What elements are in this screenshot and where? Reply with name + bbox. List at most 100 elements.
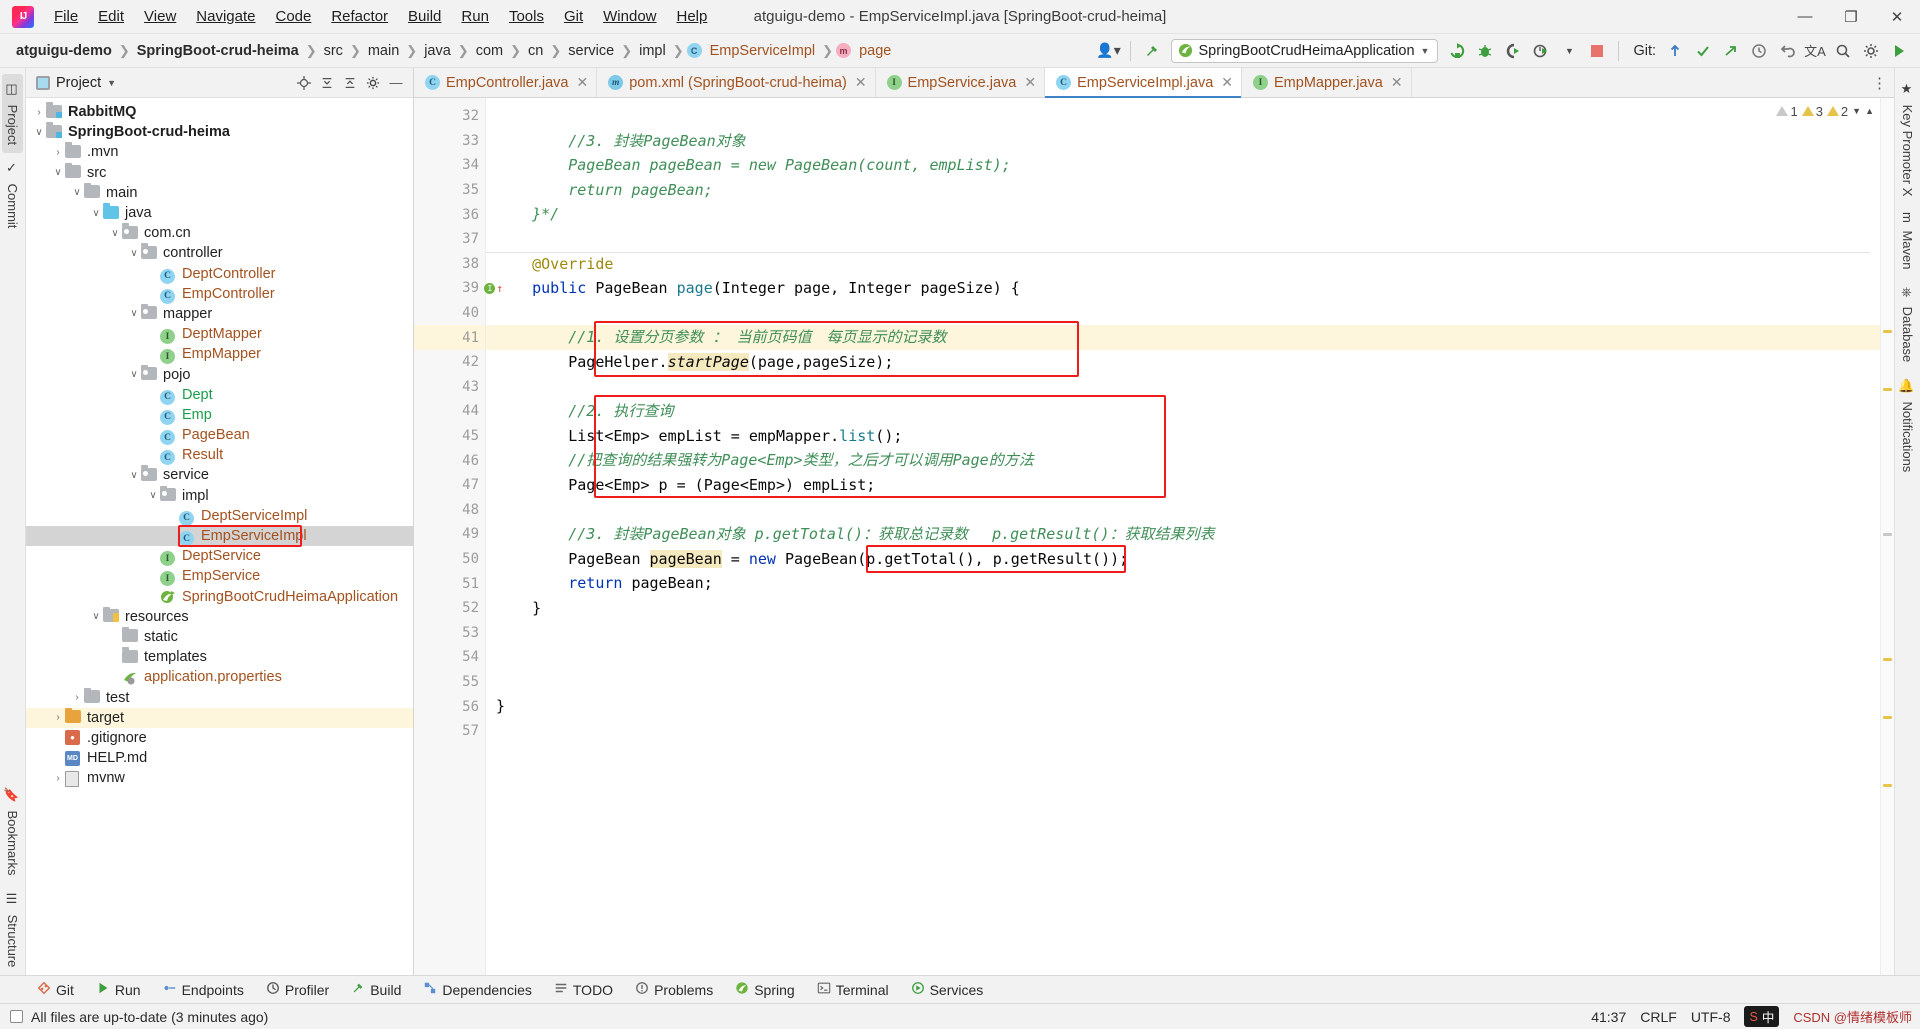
tree-item[interactable]: C Emp <box>26 405 413 425</box>
chevron-down-icon[interactable]: ∨ <box>89 611 103 622</box>
sidebar-item-structure[interactable]: ☰ Structure <box>2 884 23 975</box>
tree-item[interactable]: › RabbitMQ <box>26 102 413 122</box>
settings-gear-icon[interactable] <box>1858 39 1884 63</box>
sidebar-item-notifications[interactable]: 🔔 Notifications <box>1897 370 1918 480</box>
code-line-54[interactable] <box>486 645 1880 670</box>
gutter-line-54[interactable]: 54 <box>414 645 485 670</box>
chevron-down-icon[interactable]: ▼ <box>107 78 116 88</box>
line-separator[interactable]: CRLF <box>1640 1009 1677 1025</box>
caret-position[interactable]: 41:37 <box>1591 1009 1626 1025</box>
menu-bar[interactable]: File Edit View Navigate Code Refactor Bu… <box>44 4 717 29</box>
code-line-50[interactable]: PageBean pageBean = new PageBean(p.getTo… <box>486 547 1880 572</box>
editor-tab-overflow[interactable]: ⋮ <box>1872 68 1894 97</box>
git-push-icon[interactable] <box>1718 39 1744 63</box>
chevron-right-icon[interactable]: › <box>32 107 46 118</box>
menu-edit[interactable]: Edit <box>88 4 134 29</box>
breadcrumb-springboot-crud-heima[interactable]: SpringBoot-crud-heima <box>133 41 303 61</box>
gutter-line-32[interactable]: 32 <box>414 104 485 129</box>
gutter-line-33[interactable]: 33 <box>414 129 485 154</box>
tree-item[interactable]: ∨ SpringBoot-crud-heima <box>26 122 413 142</box>
tool-window-problems[interactable]: Problems <box>624 976 724 1004</box>
menu-view[interactable]: View <box>134 4 186 29</box>
chevron-right-icon[interactable]: › <box>51 147 65 158</box>
editor-marker-bar[interactable] <box>1880 98 1894 975</box>
editor-gutter[interactable]: 32 33 34 35 36 37 38 39I↑ 40 41💡 42 43 44 45 46 47 48 49 5… <box>414 98 509 975</box>
gutter-line-39[interactable]: 39 I ↑ <box>414 276 503 301</box>
locate-icon[interactable] <box>293 72 315 94</box>
breadcrumb-impl[interactable]: impl <box>635 41 670 61</box>
hide-icon[interactable]: — <box>385 72 407 94</box>
run-configuration-selector[interactable]: SpringBootCrudHeimaApplication ▼ <box>1170 38 1439 63</box>
gutter-line-34[interactable]: 34 <box>414 153 485 178</box>
run-with-coverage-icon[interactable] <box>1500 39 1526 63</box>
code-line-56[interactable]: } <box>486 694 1880 719</box>
tree-item[interactable]: MD HELP.md <box>26 748 413 768</box>
gutter-line-49[interactable]: 49 <box>414 522 485 547</box>
chevron-down-icon[interactable]: ∨ <box>127 248 141 259</box>
profiler-icon[interactable] <box>1528 39 1554 63</box>
tree-item[interactable]: ∨ mapper <box>26 303 413 324</box>
sidebar-item-key-promoter-x[interactable]: ★ Key Promoter X <box>1897 74 1918 204</box>
sidebar-item-maven[interactable]: m Maven <box>1897 204 1918 278</box>
code-line-42[interactable]: PageHelper.startPage(page,pageSize); <box>486 350 1880 375</box>
tool-window-endpoints[interactable]: Endpoints <box>152 976 255 1004</box>
sidebar-item-bookmarks[interactable]: 🔖 Bookmarks <box>2 779 23 884</box>
inspection-widget[interactable]: 1 3 2 ▼ ▲ <box>1770 98 1880 124</box>
chevron-down-icon[interactable]: ▼ <box>1852 106 1861 116</box>
tree-item[interactable]: I DeptService <box>26 546 413 567</box>
gutter-line-56[interactable]: 56 <box>414 694 485 719</box>
search-icon[interactable] <box>1830 39 1856 63</box>
tree-item[interactable]: ∨ controller <box>26 243 413 263</box>
code-line-47[interactable]: Page<Emp> p = (Page<Emp>) empList; <box>486 473 1880 498</box>
gutter-line-57[interactable]: 57 <box>414 719 485 744</box>
menu-run[interactable]: Run <box>451 4 499 29</box>
close-icon[interactable]: ✕ <box>1024 74 1036 91</box>
tree-item[interactable]: ∨ service <box>26 465 413 485</box>
undo-icon[interactable] <box>1774 39 1800 63</box>
close-icon[interactable]: ✕ <box>577 74 589 91</box>
code-line-45[interactable]: List<Emp> empList = empMapper.list(); <box>486 424 1880 449</box>
chevron-down-icon[interactable]: ∨ <box>70 187 84 198</box>
sidebar-item-commit[interactable]: ✓ Commit <box>2 153 23 236</box>
chevron-right-icon[interactable]: › <box>51 712 65 723</box>
chevron-right-icon[interactable]: › <box>51 773 65 784</box>
tree-item[interactable]: application.properties <box>26 667 413 687</box>
gutter-line-43[interactable]: 43 <box>414 375 485 400</box>
menu-help[interactable]: Help <box>667 4 718 29</box>
code-line-49[interactable]: //3. 封装PageBean对象 p.getTotal()：获取总记录数 p.… <box>486 522 1880 547</box>
gutter-line-45[interactable]: 45 <box>414 424 485 449</box>
chevron-down-icon[interactable]: ∨ <box>51 167 65 178</box>
code-content[interactable]: //3. 封装PageBean对象 PageBean pageBean = ne… <box>486 98 1880 975</box>
user-dropdown-icon[interactable]: 👤▾ <box>1096 39 1122 63</box>
tool-window-services[interactable]: Services <box>900 976 995 1004</box>
tree-item[interactable]: › target <box>26 707 413 728</box>
code-line-39[interactable]: public PageBean page(Integer page, Integ… <box>486 276 1880 301</box>
git-commit-icon[interactable] <box>1690 39 1716 63</box>
breadcrumb-java[interactable]: java <box>420 41 455 61</box>
editor-tab-empmapper-java[interactable]: I EmpMapper.java ✕ <box>1242 68 1412 97</box>
editor-tab-empserviceimpl-java[interactable]: C EmpServiceImpl.java ✕ <box>1045 68 1242 98</box>
gutter-line-42[interactable]: 42 <box>414 350 485 375</box>
file-encoding[interactable]: UTF-8 <box>1691 1009 1731 1025</box>
code-line-40[interactable] <box>486 301 1880 326</box>
chevron-up-icon[interactable]: ▲ <box>1865 106 1874 116</box>
code-line-46[interactable]: //把查询的结果强转为Page<Emp>类型，之后才可以调用Page的方法 <box>486 448 1880 473</box>
tree-item[interactable]: I EmpMapper <box>26 344 413 365</box>
more-options-icon[interactable]: ⋮ <box>1872 74 1888 92</box>
code-line-38[interactable]: @Override <box>486 251 1880 277</box>
git-history-icon[interactable] <box>1746 39 1772 63</box>
tree-item[interactable]: C EmpController <box>26 284 413 304</box>
code-line-52[interactable]: } <box>486 596 1880 621</box>
tree-item[interactable]: › .mvn <box>26 142 413 162</box>
tree-item[interactable]: ● .gitignore <box>26 728 413 748</box>
minimize-button[interactable]: — <box>1782 0 1828 34</box>
gutter-line-48[interactable]: 48 <box>414 498 485 523</box>
code-line-34[interactable]: PageBean pageBean = new PageBean(count, … <box>486 153 1880 178</box>
chevron-down-icon[interactable]: ∨ <box>89 208 103 219</box>
gutter-line-36[interactable]: 36 <box>414 202 485 227</box>
breadcrumb-page-method[interactable]: m page <box>836 41 895 61</box>
sidebar-item-database[interactable]: ⎈ Database <box>1897 278 1918 370</box>
build-hammer-icon[interactable] <box>1139 39 1165 63</box>
chevron-down-icon[interactable]: ∨ <box>32 127 46 138</box>
editor-tab-pom-xml-springboot-crud-heima-[interactable]: m pom.xml (SpringBoot-crud-heima) ✕ <box>597 68 876 97</box>
